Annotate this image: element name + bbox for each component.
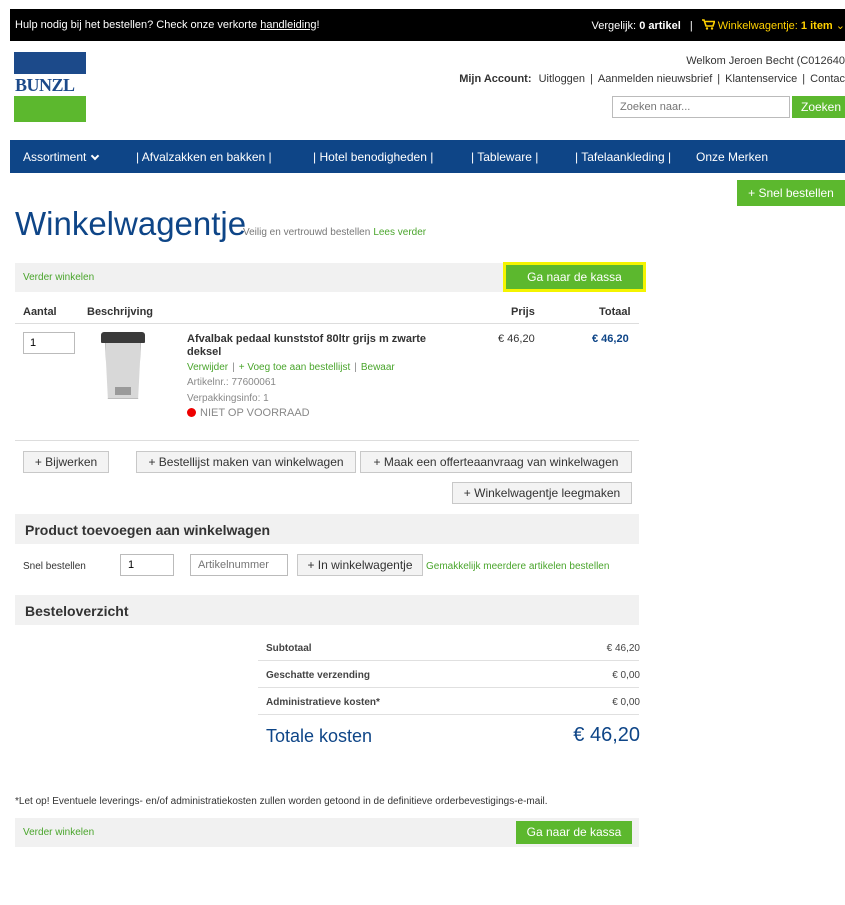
continue-shopping-link[interactable]: Verder winkelen [23, 272, 94, 283]
empty-cart-button[interactable]: + Winkelwagentje leegmaken [452, 482, 632, 504]
compare-link[interactable]: Vergelijk: 0 artikel [591, 20, 680, 32]
nav-tafelaankleding[interactable]: | Tafelaankleding | [575, 150, 671, 164]
item-total: € 46,20 [592, 333, 629, 345]
nav-afvalzakken[interactable]: | Afvalzakken en bakken | [136, 150, 272, 164]
contact-link[interactable]: Contac [810, 73, 845, 85]
nav-tableware[interactable]: | Tableware | [471, 150, 538, 164]
save-link[interactable]: Bewaar [361, 362, 395, 373]
add-to-list-link[interactable]: + Voeg toe aan bestellijst [239, 362, 350, 373]
col-price: Prijs [511, 306, 535, 318]
make-order-list-button[interactable]: + Bestellijst maken van winkelwagen [136, 451, 356, 473]
continue-shopping-link-bottom[interactable]: Verder winkelen [23, 827, 94, 838]
chevron-down-icon [91, 151, 100, 161]
help-text: Hulp nodig bij het bestellen? Check onze… [15, 19, 320, 31]
col-description: Beschrijving [87, 306, 154, 318]
page-subtitle: Veilig en vertrouwd bestellen Lees verder [243, 227, 427, 238]
item-price: € 46,20 [498, 333, 535, 345]
nav-hotel[interactable]: | Hotel benodigheden | [313, 150, 433, 164]
customer-service-link[interactable]: Klantenservice [725, 73, 797, 85]
packaging-info: Verpakkingsinfo: 1 [187, 393, 269, 404]
top-right: Vergelijk: 0 artikel | Winkelwagentje: 1… [591, 19, 845, 32]
item-quantity-input[interactable] [23, 332, 75, 354]
checkout-button-top[interactable]: Ga naar de kassa [506, 265, 643, 289]
quick-order-button[interactable]: + Snel bestellen [737, 180, 845, 206]
col-total: Totaal [599, 306, 631, 318]
subtotal-value: € 46,20 [606, 643, 640, 654]
shipping-value: € 0,00 [612, 670, 640, 681]
article-number: Artikelnr.: 77600061 [187, 377, 276, 388]
bunzl-logo[interactable]: BUNZL [14, 52, 86, 122]
newsletter-link[interactable]: Aanmelden nieuwsbrief [598, 73, 712, 85]
quick-order-label: Snel bestellen [23, 561, 86, 572]
main-nav: Assortiment | Afvalzakken en bakken | | … [10, 140, 845, 173]
quote-request-button[interactable]: + Maak een offerteaanvraag van winkelwag… [360, 451, 632, 473]
search-input[interactable] [612, 96, 790, 118]
total-costs-label: Totale kosten [266, 726, 373, 746]
article-number-input[interactable] [190, 554, 288, 576]
manual-link[interactable]: handleiding [260, 19, 316, 31]
item-actions: Verwijder | + Voeg toe aan bestellijst | Bew… [187, 362, 395, 373]
col-qty: Aantal [23, 306, 57, 318]
account-links: Mijn Account: Uitloggen | Aanmelden nieuws… [459, 73, 845, 85]
update-button[interactable]: + Bijwerken [23, 451, 109, 473]
add-to-cart-button[interactable]: + In winkelwagentje [297, 554, 423, 576]
subtotal-label: Subtotaal [266, 643, 312, 654]
total-costs-value: € 46,20 [573, 724, 640, 746]
chevron-down-icon: ⌄ [835, 20, 845, 32]
footnote: *Let op! Eventuele leverings- en/of admi… [15, 796, 548, 807]
cart-link[interactable]: Winkelwagentje: 1 item ⌄ [701, 19, 845, 32]
product-name[interactable]: Afvalbak pedaal kunststof 80ltr grijs m … [187, 333, 427, 359]
cart-table-header: Aantal Beschrijving Prijs Totaal [15, 306, 639, 322]
top-bar: Hulp nodig bij het bestellen? Check onze… [10, 9, 845, 41]
nav-onze-merken[interactable]: Onze Merken [696, 150, 768, 164]
out-of-stock-dot-icon [187, 408, 196, 417]
read-more-link[interactable]: Lees verder [373, 227, 426, 238]
nav-assortiment[interactable]: Assortiment [23, 150, 100, 164]
logout-link[interactable]: Uitloggen [539, 73, 585, 85]
shipping-label: Geschatte verzending [266, 670, 370, 681]
add-product-heading: Product toevoegen aan winkelwagen [15, 514, 639, 544]
stock-status: NIET OP VOORRAAD [187, 407, 310, 419]
remove-link[interactable]: Verwijder [187, 362, 228, 373]
product-image[interactable] [101, 332, 145, 400]
order-summary-heading: Besteloverzicht [15, 595, 639, 625]
multiple-articles-link[interactable]: Gemakkelijk meerdere artikelen bestellen [426, 561, 609, 572]
page-title: Winkelwagentje [15, 205, 247, 242]
search-button[interactable]: Zoeken [792, 96, 845, 118]
admin-costs-label: Administratieve kosten* [266, 697, 380, 708]
cart-icon [701, 19, 716, 30]
quick-qty-input[interactable] [120, 554, 174, 576]
checkout-button-bottom[interactable]: Ga naar de kassa [516, 821, 632, 844]
admin-costs-value: € 0,00 [612, 697, 640, 708]
welcome-text: Welkom Jeroen Becht (C012640 [686, 55, 845, 67]
